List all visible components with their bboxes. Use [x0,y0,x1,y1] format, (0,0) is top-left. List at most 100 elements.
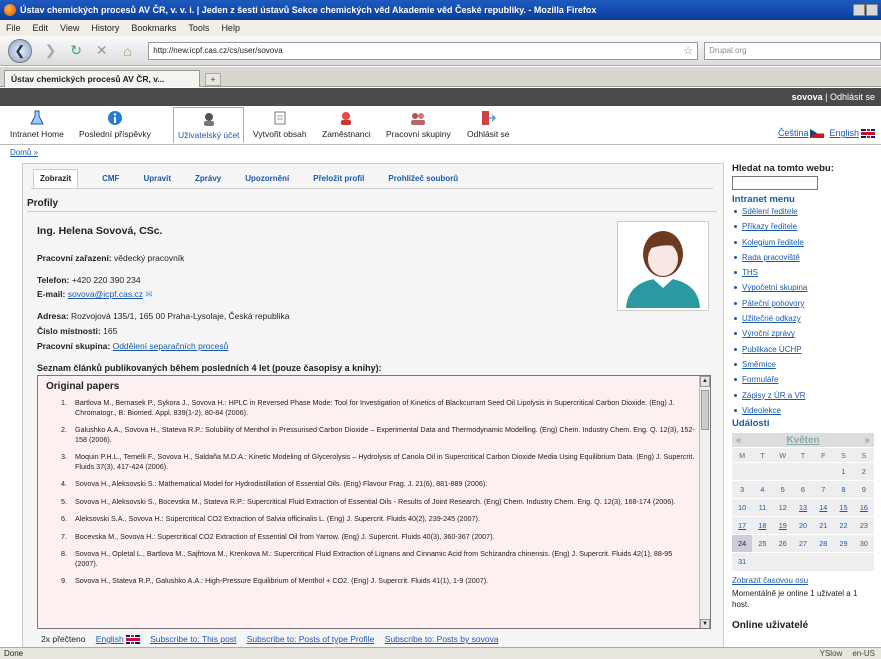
scroll-down-arrow-icon[interactable]: ▼ [700,619,710,628]
navigation-toolbar: ❮ ❯ ↻ ✕ ⌂ http://new.icpf.cas.cz/cs/user… [0,36,881,66]
user-bar: sovova | Odhlásit se [0,88,881,106]
sidebar-item[interactable]: Zápisy z ÚR a VR [732,391,874,400]
sidebar-item[interactable]: Páteční pohovory [732,299,874,308]
username: sovova [791,92,823,102]
english-version-link[interactable]: English [96,634,124,644]
groups-icon [411,113,426,125]
menu-work-groups[interactable]: Pracovní skupiny [386,110,451,139]
group-link[interactable]: Oddělení separačních procesů [113,341,229,351]
sidebar-item[interactable]: Rada pracoviště [732,253,874,262]
intranet-icon-menu: Intranet Home Poslední příspěvky Uživate… [0,107,881,145]
tab-translate-profile[interactable]: Přeložit profil [313,174,364,183]
tab-messages[interactable]: Zprávy [195,174,221,183]
menu-create-content[interactable]: Vytvořit obsah [253,110,307,139]
minimize-button[interactable] [853,4,865,16]
email-field: E-mail: sovova@icpf.cas.cz ✉ [37,289,153,299]
search-placeholder: Drupal.org [709,46,747,55]
language-switcher: Čeština English [778,128,875,139]
menu-history[interactable]: History [91,23,119,33]
breadcrumb: Domů » [10,148,38,157]
post-links: 2x přečteno English Subscribe to: This p… [41,634,499,645]
info-icon [107,111,122,125]
email-link[interactable]: sovova@icpf.cas.cz [68,289,143,299]
browser-tab[interactable]: Ústav chemických procesů AV ČR, v... + [4,70,221,87]
url-bar[interactable]: http://new.icpf.cas.cz/cs/user/sovova ☆ [148,41,699,60]
calendar-grid: MTWTFSS 12 3456789 10 11 12 13 14 15 16 17 18 19… [732,447,874,571]
window-titlebar: Ústav chemických procesů AV ČR, v. v. i.… [0,0,881,20]
tab-strip: Ústav chemických procesů AV ČR, v... + [0,67,881,87]
sidebar-item[interactable]: Publikace ÚCHP [732,345,874,354]
avatar-placeholder-icon [626,231,700,308]
scroll-up-arrow-icon[interactable]: ▲ [700,376,710,387]
publications-box[interactable]: Original papers 1. Bartlova M., Bernasek … [37,375,711,629]
tab-edit[interactable]: Upravit [143,174,171,183]
read-count: 2x přečteno [41,634,86,644]
menu-user-account[interactable]: Uživatelský účet [173,107,245,143]
list-item: 4. Sovova H., Aleksovski S.: Mathematical… [61,479,488,488]
scroll-thumb[interactable] [701,390,709,430]
menu-recent-posts[interactable]: Poslední příspěvky [79,110,151,139]
subscribe-post-link[interactable]: Subscribe to: This post [150,634,236,644]
sidebar-item[interactable]: Formuláře [732,375,874,384]
sidebar-item[interactable]: Videolekce [732,406,874,415]
lang-czech-link[interactable]: Čeština [778,128,809,138]
calendar-prev[interactable]: « [736,435,742,446]
tab-view[interactable]: Zobrazit [33,169,79,188]
sidebar-item[interactable]: Výpočetní skupina [732,283,874,292]
forward-button[interactable]: ❯ [42,42,60,60]
calendar-next[interactable]: » [864,435,870,446]
logout-link[interactable]: Odhlásit se [830,92,875,102]
mail-icon[interactable]: ✉ [145,289,152,299]
sidebar-item[interactable]: Sdělení ředitele [732,207,874,216]
menu-logout[interactable]: Odhlásit se [467,110,510,139]
yslow-indicator[interactable]: YSlow [820,649,843,658]
intranet-menu: Sdělení ředitele Příkazy ředitele Kolegi… [732,207,874,415]
sidebar-item[interactable]: Výroční zprávy [732,329,874,338]
sidebar-item[interactable]: Příkazy ředitele [732,222,874,231]
calendar-month[interactable]: Květen [786,435,819,446]
search-input[interactable]: Drupal.org [704,41,881,60]
sidebar-item[interactable]: THS [732,268,874,277]
list-item: 7. Bocevska M., Sovova H.: Supercritical … [61,531,495,541]
sidebar: Hledat na tomto webu: Intranet menu Sděl… [732,163,874,633]
menu-file[interactable]: File [6,23,21,33]
timeline-link[interactable]: Zobrazit časovou osu [732,576,874,585]
main-content: Zobrazit CMF Upravit Zprávy Upozornění P… [22,163,724,651]
sidebar-item[interactable]: Kolegium ředitele [732,238,874,247]
menu-intranet-home[interactable]: Intranet Home [10,110,64,139]
firefox-icon [4,4,16,16]
publications-scrollbar[interactable]: ▲ ▼ [699,376,710,628]
breadcrumb-home[interactable]: Domů » [10,148,38,157]
calendar-header: « Květen » [732,433,874,448]
stop-icon[interactable]: ✕ [93,42,111,60]
divider [27,211,717,212]
bookmark-star-icon[interactable]: ☆ [683,44,693,57]
locale-indicator[interactable]: en-US [852,649,875,658]
menu-employees[interactable]: Zaměstnanci [322,110,371,139]
site-search-input[interactable] [732,176,818,190]
back-button[interactable]: ❮ [8,38,32,63]
home-icon[interactable]: ⌂ [119,42,137,60]
sidebar-item[interactable]: Užitečné odkazy [732,314,874,323]
status-text: Done [4,649,24,658]
lang-english-link[interactable]: English [829,128,859,138]
subscribe-author-link[interactable]: Subscribe to: Posts by sovova [385,634,499,644]
menu-view[interactable]: View [60,23,79,33]
reload-icon[interactable]: ↻ [67,42,85,60]
menu-tools[interactable]: Tools [188,23,209,33]
sidebar-item[interactable]: Směrnice [732,360,874,369]
uk-flag-icon [125,635,140,645]
maximize-button[interactable] [866,4,878,16]
new-tab-button[interactable]: + [205,72,221,86]
tab-cmf[interactable]: CMF [102,174,119,183]
events-title: Události [732,418,770,430]
publications-list: 1. Bartlova M., Bernasek P., Sykora J., S… [38,398,710,586]
employee-icon [341,112,352,125]
tab-file-browser[interactable]: Prohlížeč souborů [388,174,458,183]
menu-bookmarks[interactable]: Bookmarks [131,23,176,33]
subscribe-type-link[interactable]: Subscribe to: Posts of type Profile [247,634,375,644]
menu-help[interactable]: Help [221,23,240,33]
menu-edit[interactable]: Edit [33,23,49,33]
tab-notifications[interactable]: Upozornění [245,174,289,183]
list-item: 2. Galushko A.A., Sovova H., Stateva R.P.… [61,425,695,444]
